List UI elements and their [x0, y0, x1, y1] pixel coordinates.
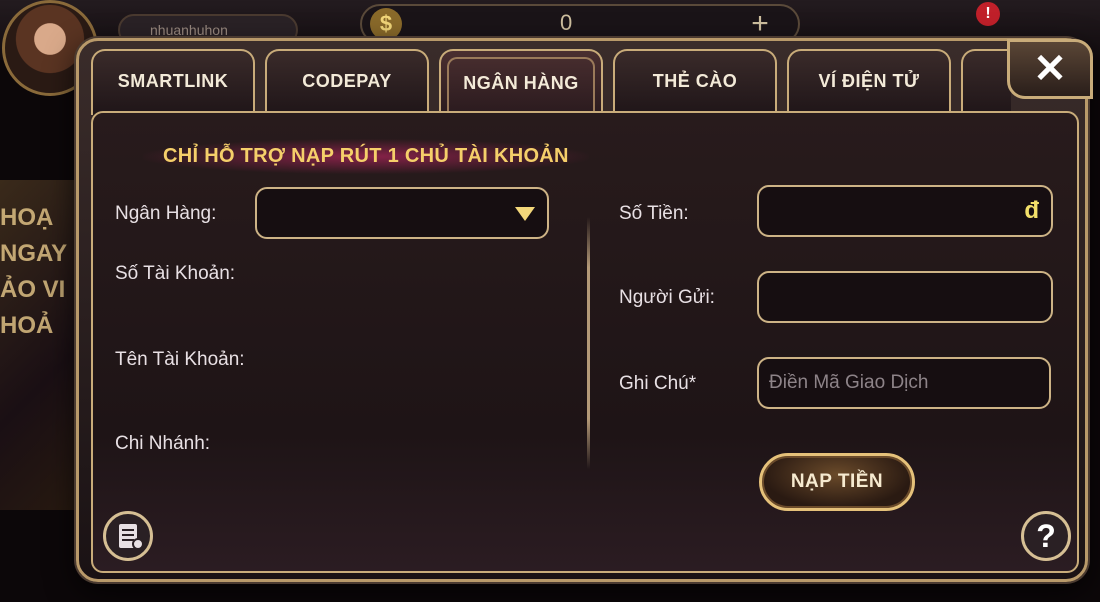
history-button[interactable] [103, 511, 153, 561]
coin-icon: $ [370, 8, 402, 40]
amount-label: Số Tiền: [619, 203, 689, 224]
currency-symbol: đ [1024, 197, 1039, 224]
bank-label: Ngân Hàng: [115, 203, 217, 224]
deposit-dialog: SMARTLINK CODEPAY NGÂN HÀNG THẺ CÀO VÍ Đ… [76, 38, 1093, 582]
notification-badge[interactable]: ! [976, 2, 1000, 26]
close-button[interactable]: ✕ [1007, 39, 1093, 99]
tab-codepay[interactable]: CODEPAY [265, 49, 429, 115]
promo-banner-text: HOẠ NGAY ẢO VI HOẢ [0, 204, 67, 339]
tab-smartlink[interactable]: SMARTLINK [91, 49, 255, 115]
balance-value: 0 [560, 10, 573, 35]
amount-field[interactable]: đ [757, 185, 1053, 237]
amount-input[interactable] [759, 187, 1051, 235]
note-field[interactable] [757, 357, 1051, 409]
tab-partial[interactable]: V [961, 49, 1011, 115]
deposit-submit-button[interactable]: NẠP TIỀN [759, 453, 915, 511]
tab-label: VÍ ĐIỆN TỬ [818, 71, 920, 91]
tab-vi-dien-tu[interactable]: VÍ ĐIỆN TỬ [787, 49, 951, 115]
bank-select[interactable] [255, 187, 549, 239]
column-divider [587, 217, 590, 469]
sender-field[interactable] [757, 271, 1053, 323]
bank-deposit-panel: CHỈ HỖ TRỢ NẠP RÚT 1 CHỦ TÀI KHOẢN Ngân … [91, 111, 1079, 573]
tab-ngan-hang[interactable]: NGÂN HÀNG [439, 49, 603, 115]
bank-select-value[interactable] [257, 189, 547, 237]
note-label: Ghi Chú* [619, 373, 697, 394]
note-input[interactable] [759, 359, 1049, 407]
tab-label: THẺ CÀO [652, 71, 738, 91]
tab-active-frame [447, 57, 595, 115]
tab-label: CODEPAY [302, 71, 392, 91]
account-number-label: Số Tài Khoản: [115, 263, 236, 284]
chevron-down-icon[interactable] [515, 207, 535, 221]
deposit-method-tabs: SMARTLINK CODEPAY NGÂN HÀNG THẺ CÀO VÍ Đ… [91, 49, 1011, 115]
branch-label: Chi Nhánh: [115, 433, 211, 454]
sender-input[interactable] [759, 273, 1051, 321]
clock-icon [132, 538, 144, 550]
account-name-label: Tên Tài Khoản: [115, 349, 245, 370]
add-balance-icon[interactable]: + [740, 8, 780, 40]
notice-banner: CHỈ HỖ TRỢ NẠP RÚT 1 CHỦ TÀI KHOẢN [143, 139, 589, 174]
help-button[interactable]: ? [1021, 511, 1071, 561]
tab-label: SMARTLINK [117, 71, 229, 91]
tab-the-cao[interactable]: THẺ CÀO [613, 49, 777, 115]
sender-label: Người Gửi: [619, 287, 715, 308]
